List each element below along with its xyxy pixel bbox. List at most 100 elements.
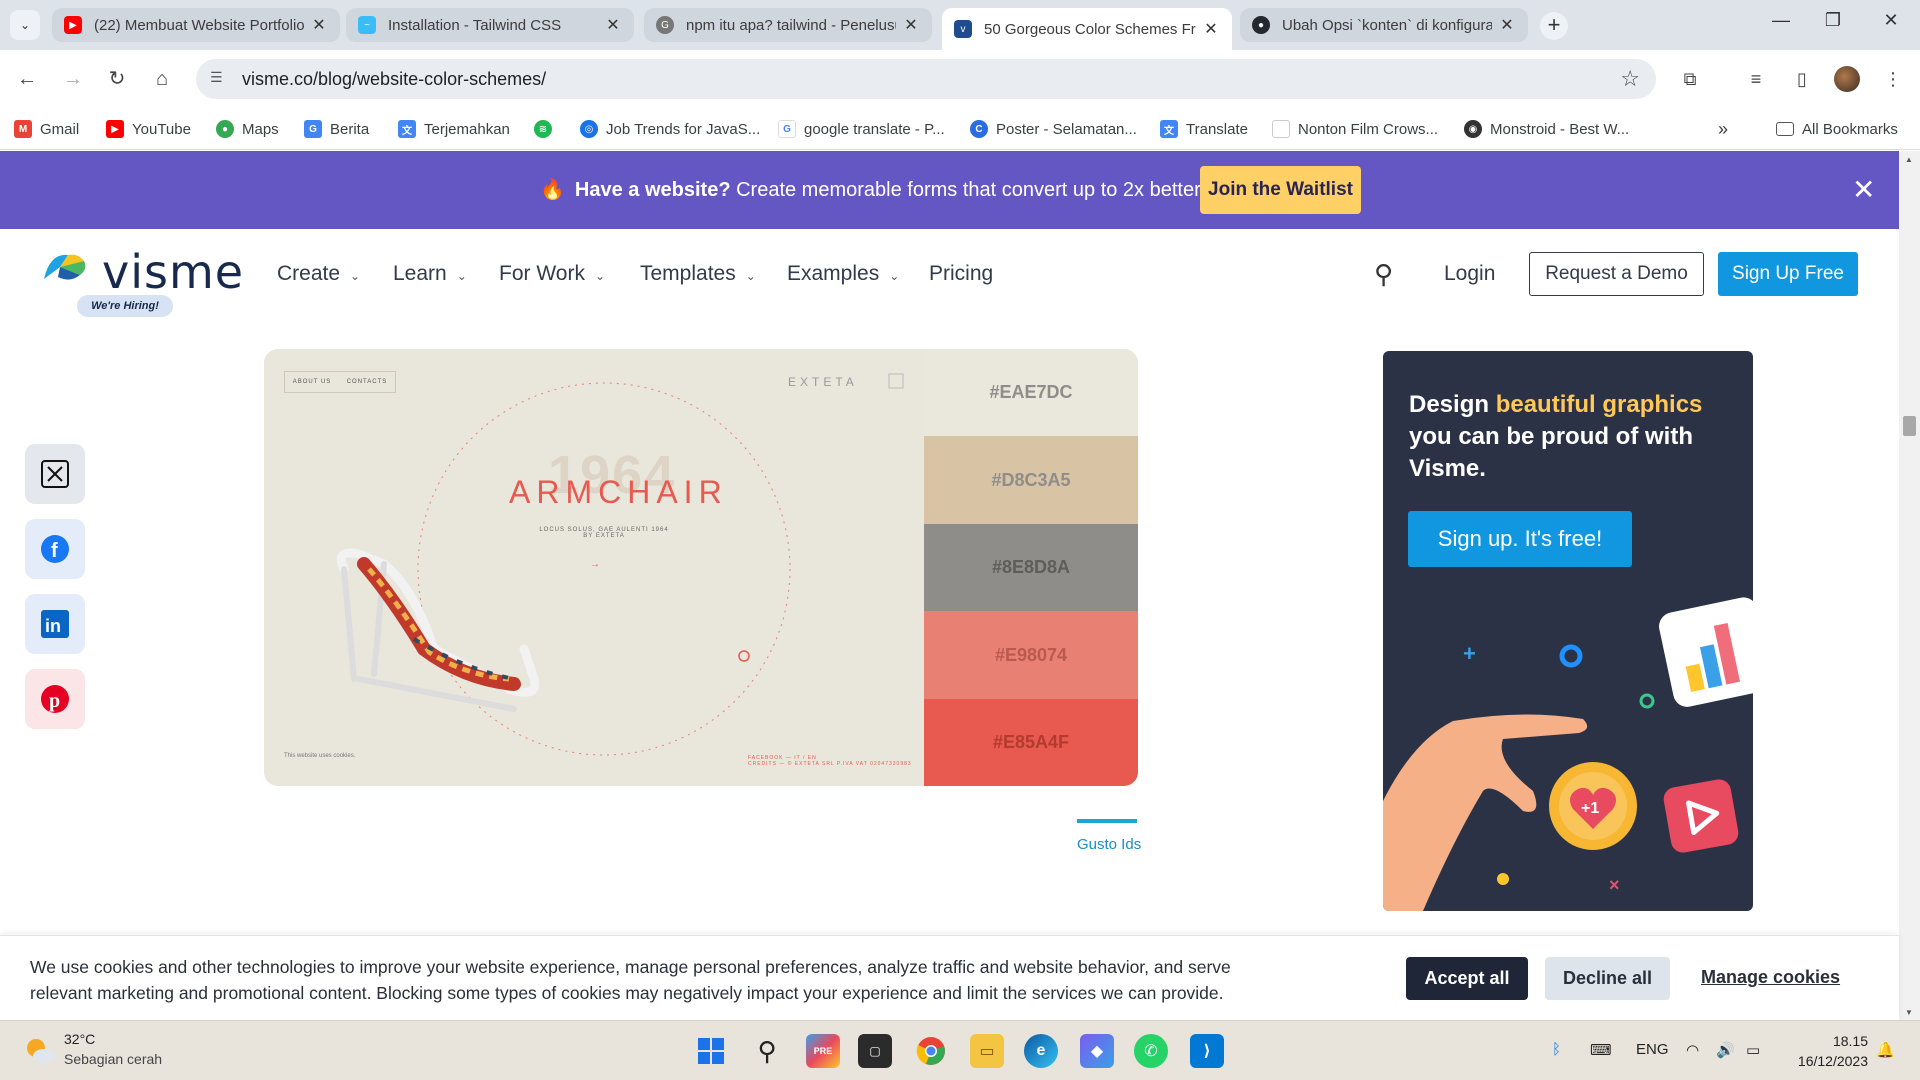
tab-title: (22) Membuat Website Portfolio [94,16,304,34]
media-control-icon[interactable]: ≡ [1743,66,1769,92]
language-indicator[interactable]: ENG [1636,1041,1669,1058]
share-facebook-button[interactable]: f [25,519,85,579]
bookmark-job-trends[interactable]: ◎ Job Trends for JavaS... [580,116,760,142]
battery-icon[interactable]: ▭ [1746,1041,1760,1059]
tab-tailwind[interactable]: ~ Installation - Tailwind CSS ✕ [346,8,634,42]
bookmark-poster[interactable]: C Poster - Selamatan... [970,116,1137,142]
mockup-title: ARMCHAIR [509,474,728,510]
share-x-button[interactable] [25,444,85,504]
tab-visme[interactable]: v 50 Gorgeous Color Schemes From ✕ [942,8,1232,50]
nav-label: For Work [499,262,585,285]
tab-close-icon[interactable]: ✕ [604,15,622,35]
tab-close-icon[interactable]: ✕ [1202,19,1220,39]
login-link[interactable]: Login [1444,262,1495,286]
menu-kebab-icon[interactable]: ⋮ [1880,66,1906,92]
bookmark-maps[interactable]: ● Maps [216,116,279,142]
image-caption-link[interactable]: Gusto Ids [1077,836,1141,853]
extensions-icon[interactable]: ⧉ [1677,66,1703,92]
decline-all-button[interactable]: Decline all [1545,957,1670,1000]
tab-search[interactable]: G npm itu apa? tailwind - Penelusuran ✕ [644,8,932,42]
bookmark-spotify[interactable]: ≋ [534,116,560,142]
join-waitlist-button[interactable]: Join the Waitlist [1200,166,1361,214]
keyboard-icon[interactable]: ⌨ [1590,1041,1612,1059]
copilot-icon[interactable]: PRE [806,1034,840,1068]
site-info-icon[interactable]: ☰ [210,69,230,89]
nav-create[interactable]: Create ⌄ [277,262,360,286]
home-icon[interactable]: ⌂ [147,64,177,94]
tab-github[interactable]: ● Ubah Opsi `konten` di konfigurasi ✕ [1240,8,1528,42]
minimize-icon[interactable]: — [1766,10,1796,31]
bookmark-berita[interactable]: G Berita [304,116,369,142]
search-icon[interactable]: ⚲ [1374,259,1393,290]
mockup-subtitle: LOCUS SOLUS, GAE AULENTI 1964 BY EXTETA [539,527,669,539]
whatsapp-icon[interactable]: ✆ [1134,1034,1168,1068]
caption-divider [1077,819,1137,823]
side-panel-icon[interactable]: ▯ [1789,66,1815,92]
manage-cookies-link[interactable]: Manage cookies [1701,967,1840,988]
tab-search-button[interactable]: ⌄ [10,10,40,40]
nav-learn[interactable]: Learn ⌄ [393,262,467,286]
linkedin-icon: in [41,610,69,638]
wifi-icon[interactable]: ◠ [1686,1041,1699,1059]
app-icon[interactable]: ◆ [1080,1034,1114,1068]
chrome-icon[interactable] [914,1034,948,1068]
mockup-footer: FACEBOOK — IT / EN CREDITS — © EXTETA SR… [748,755,912,767]
page-scrollbar[interactable]: ▲ ▼ [1899,151,1920,1021]
all-bookmarks[interactable]: All Bookmarks [1776,116,1898,142]
tab-close-icon[interactable]: ✕ [310,15,328,35]
bookmark-monstroid[interactable]: ◉ Monstroid - Best W... [1464,116,1629,142]
vscode-icon[interactable]: ⟩ [1190,1034,1224,1068]
edge-icon[interactable]: e [1024,1034,1058,1068]
bluetooth-icon[interactable]: ᛒ [1552,1041,1561,1058]
nav-examples[interactable]: Examples ⌄ [787,262,899,286]
nav-label: Learn [393,262,447,285]
accept-all-button[interactable]: Accept all [1406,957,1528,1000]
new-tab-button[interactable]: + [1540,12,1568,40]
svg-text:×: × [1609,875,1620,895]
bookmark-youtube[interactable]: ▶ YouTube [106,116,191,142]
nav-pricing[interactable]: Pricing [929,262,993,286]
signup-free-button[interactable]: Sign Up Free [1718,252,1858,296]
profile-avatar[interactable] [1834,66,1860,92]
more-bookmarks-icon[interactable]: » [1718,116,1728,142]
reload-icon[interactable]: ↻ [102,64,132,94]
scroll-down-icon[interactable]: ▼ [1905,1008,1913,1017]
scroll-up-icon[interactable]: ▲ [1905,155,1913,164]
promo-signup-button[interactable]: Sign up. It's free! [1408,511,1632,567]
nav-templates[interactable]: Templates ⌄ [640,262,756,286]
back-icon[interactable]: ← [12,64,42,94]
tab-close-icon[interactable]: ✕ [902,15,920,35]
hiring-badge[interactable]: We're Hiring! [77,295,173,317]
request-demo-button[interactable]: Request a Demo [1529,252,1704,296]
task-view-icon[interactable]: ▢ [858,1034,892,1068]
taskbar-search-icon[interactable]: ⚲ [750,1034,784,1068]
notification-bell-icon[interactable]: 🔔 [1876,1041,1895,1059]
chevron-down-icon: ⌄ [456,269,467,283]
system-clock[interactable]: 18.15 16/12/2023 [1786,1031,1868,1071]
bookmark-google-translate[interactable]: Ggoogle translate - P... [778,116,945,142]
volume-icon[interactable]: 🔊 [1716,1041,1735,1059]
share-linkedin-button[interactable]: in [25,594,85,654]
weather-icon[interactable] [24,1036,56,1064]
browser-toolbar: ← → ↻ ⌂ ☰ visme.co/blog/website-color-sc… [0,50,1920,108]
tab-youtube[interactable]: ▶ (22) Membuat Website Portfolio ✕ [52,8,340,42]
bookmark-star-icon[interactable]: ☆ [1620,66,1640,92]
globe-icon: ◎ [580,120,598,138]
mockup-artwork: → [336,373,904,756]
restore-icon[interactable]: ❐ [1818,10,1848,31]
address-bar[interactable]: ☰ visme.co/blog/website-color-schemes/ ☆ [196,59,1656,99]
nav-for-work[interactable]: For Work ⌄ [499,262,605,286]
tab-strip: ⌄ ▶ (22) Membuat Website Portfolio ✕ ~ I… [0,0,1920,50]
window-close-icon[interactable]: ✕ [1876,10,1906,31]
banner-close-icon[interactable]: ✕ [1852,173,1875,206]
bookmark-nonton[interactable]: Nonton Film Crows... [1272,116,1438,142]
bookmark-translate[interactable]: 文 Translate [1160,116,1248,142]
file-explorer-icon[interactable]: ▭ [970,1034,1004,1068]
bookmark-gmail[interactable]: M Gmail [14,116,79,142]
tab-close-icon[interactable]: ✕ [1498,15,1516,35]
bookmark-terjemahkan[interactable]: 文 Terjemahkan [398,116,510,142]
share-pinterest-button[interactable]: p [25,669,85,729]
scrollbar-thumb[interactable] [1903,416,1916,436]
start-icon[interactable] [694,1034,728,1068]
forward-icon[interactable]: → [58,64,88,94]
